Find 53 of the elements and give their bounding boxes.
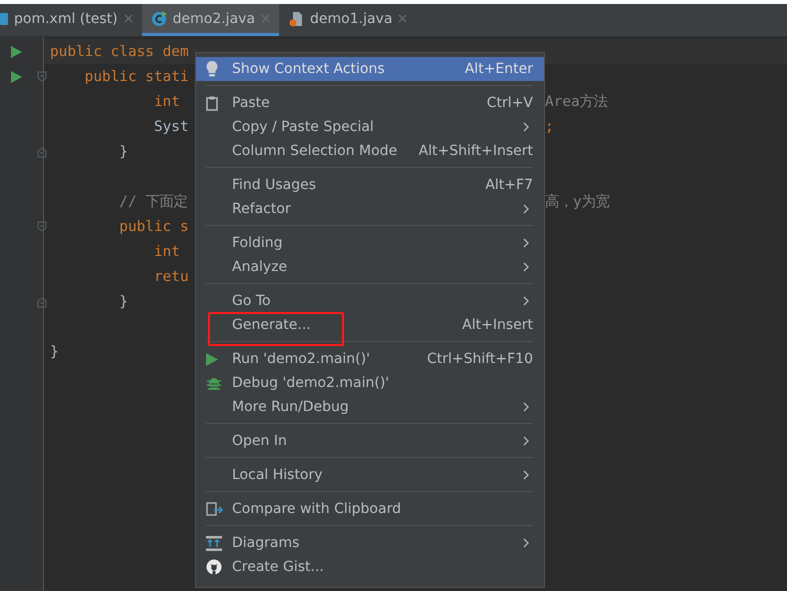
file-icon xyxy=(0,12,8,26)
menu-item[interactable]: Show Context Actions Alt+Enter xyxy=(196,57,544,81)
menu-item[interactable]: Open In xyxy=(196,429,544,453)
code-line: retu xyxy=(152,268,189,284)
close-icon xyxy=(124,14,133,23)
code-line: public stati xyxy=(84,68,189,84)
shortcut-text: Alt+Enter xyxy=(464,61,533,77)
menu-item[interactable]: Go To xyxy=(196,289,544,313)
close-icon xyxy=(261,14,270,23)
menu-item[interactable]: Folding xyxy=(196,231,544,255)
code-line: public class dem xyxy=(50,44,189,60)
code-text: Area方法 xyxy=(545,92,608,111)
editor-tab[interactable]: demo2.java xyxy=(142,4,280,36)
menu-item[interactable]: Local History xyxy=(196,463,544,487)
shortcut-text: Ctrl+Shift+F10 xyxy=(426,351,533,367)
shortcut-text: Alt+F7 xyxy=(485,177,533,193)
shortcut-text: Ctrl+V xyxy=(486,95,533,111)
code-line: Syst xyxy=(152,118,189,134)
code-line: int xyxy=(152,94,181,110)
menu-item[interactable]: Paste Ctrl+V xyxy=(196,91,544,115)
clipboard-icon xyxy=(206,96,218,110)
lightbulb-icon xyxy=(206,61,218,77)
menu-item[interactable]: Find Usages Alt+F7 xyxy=(196,173,544,197)
menu-item[interactable]: Analyze xyxy=(196,255,544,279)
code-line: public s xyxy=(118,218,189,234)
diagram-icon xyxy=(206,536,222,550)
menu-item[interactable]: More Run/Debug xyxy=(196,395,544,419)
menu-item[interactable]: Refactor xyxy=(196,197,544,221)
code-line: } xyxy=(118,294,128,310)
code-comment: // 下面定 xyxy=(118,192,188,211)
menu-item[interactable]: Create Gist... xyxy=(196,555,544,579)
shortcut-text: Alt+Insert xyxy=(462,317,533,333)
shortcut-text: Alt+Shift+Insert xyxy=(418,143,533,159)
class-icon xyxy=(150,10,167,26)
editor-tab[interactable]: demo1.java xyxy=(279,4,416,36)
menu-item[interactable]: Debug 'demo2.main()' xyxy=(196,371,544,395)
editor-tab[interactable]: pom.xml (test) xyxy=(0,4,142,36)
bug-icon xyxy=(206,375,222,391)
menu-item[interactable]: Run 'demo2.main()' Ctrl+Shift+F10 xyxy=(196,347,544,371)
menu-item[interactable]: Copy / Paste Special xyxy=(196,115,544,139)
menu-item[interactable]: Column Selection Mode Alt+Shift+Insert xyxy=(196,139,544,163)
menu-item[interactable]: Diagrams xyxy=(196,531,544,555)
code-line: int xyxy=(152,244,181,260)
code-line: } xyxy=(50,344,59,360)
menu-item[interactable]: Compare with Clipboard xyxy=(196,497,544,521)
run-icon xyxy=(206,352,218,366)
close-icon xyxy=(398,14,408,23)
code-text: 高，y为宽 xyxy=(545,192,610,211)
compare-icon xyxy=(206,501,223,517)
code-text: ; xyxy=(545,118,554,134)
code-line: } xyxy=(118,144,128,160)
java-file-icon xyxy=(288,10,304,26)
menu-item[interactable]: Generate... Alt+Insert xyxy=(196,313,544,337)
